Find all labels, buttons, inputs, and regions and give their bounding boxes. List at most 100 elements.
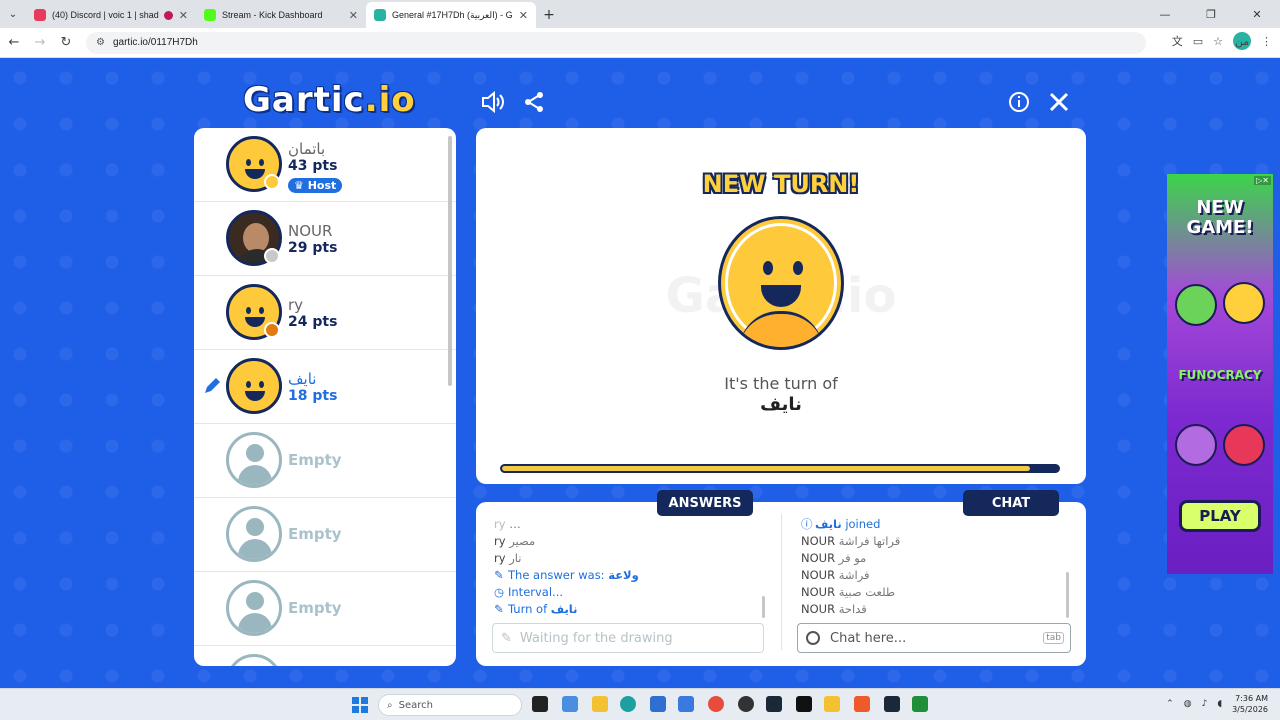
joined-line: ⓘ نايف joined xyxy=(801,517,881,531)
answers-scrollbar[interactable] xyxy=(762,596,765,618)
empty-avatar-icon xyxy=(226,432,282,488)
pencil-icon: ✎ xyxy=(494,568,504,582)
chrome-icon[interactable] xyxy=(708,696,724,712)
browser-tab-kick[interactable]: Stream - Kick Dashboard ✕ xyxy=(196,2,366,28)
url-field[interactable]: ⚙ gartic.io/0117H7Dh xyxy=(86,31,1146,54)
empty-slot-partial xyxy=(194,646,456,666)
players-scrollbar[interactable] xyxy=(448,136,452,386)
app-icon[interactable] xyxy=(824,696,840,712)
taskbar-search[interactable]: ⌕ Search xyxy=(378,694,522,716)
network-icon[interactable]: ◍ xyxy=(1184,699,1192,709)
minimize-icon[interactable]: — xyxy=(1142,0,1188,28)
tab-title: (40) Discord | voic 1 | shad xyxy=(52,10,159,20)
empty-avatar-icon xyxy=(226,654,282,666)
store-icon[interactable] xyxy=(650,696,666,712)
player-name: NOUR xyxy=(288,222,333,240)
players-list: باتمان 43 pts ♛ Host NOUR 29 pts ry 24 p… xyxy=(194,128,456,666)
back-icon[interactable]: ← xyxy=(2,31,26,55)
file-explorer-icon[interactable] xyxy=(592,696,608,712)
player-name: باتمان xyxy=(288,140,326,158)
player-points: 18 pts xyxy=(288,388,338,404)
status-dot xyxy=(264,174,280,190)
steam-icon[interactable] xyxy=(766,696,782,712)
chat-line: NOUR قراتها فراشة xyxy=(801,534,901,548)
player-name: نايف xyxy=(288,370,317,388)
tab-title: Stream - Kick Dashboard xyxy=(222,10,323,20)
share-icon[interactable] xyxy=(520,88,548,116)
browser-tab-bar: ⌄ (40) Discord | voic 1 | shad ✕ Stream … xyxy=(0,0,1280,28)
ad-title: NEW GAME! xyxy=(1186,197,1254,238)
close-window-icon[interactable]: ✕ xyxy=(1234,0,1280,28)
reload-icon[interactable]: ↻ xyxy=(54,31,78,55)
host-badge: ♛ Host xyxy=(288,178,343,193)
forward-icon[interactable]: → xyxy=(28,31,52,55)
clock[interactable]: 7:36 AM 3/5/2026 xyxy=(1232,693,1268,715)
ad-close-icon[interactable]: ▷✕ xyxy=(1254,176,1271,185)
ad-play-button[interactable]: PLAY xyxy=(1179,500,1261,532)
thumbs-up-icon xyxy=(1175,284,1217,326)
profile-avatar[interactable]: من xyxy=(1233,32,1251,50)
advertisement[interactable]: ▷✕ NEW GAME! FUNOCRACY PLAY xyxy=(1167,174,1273,574)
answers-chat-panel: ANSWERS CHAT ry … ry مصير ry نار ✎ The an… xyxy=(476,490,1086,666)
cast-icon[interactable]: ▭ xyxy=(1193,35,1203,48)
empty-slot: Empty xyxy=(194,498,456,572)
url-text: gartic.io/0117H7Dh xyxy=(112,37,198,48)
status-dot xyxy=(264,322,280,338)
system-tray: ⌃ ◍ ♪ ◖ 7:36 AM 3/5/2026 xyxy=(1166,693,1268,715)
sound-icon[interactable] xyxy=(479,88,507,116)
obs-icon[interactable] xyxy=(738,696,754,712)
tab-title: General #17H7Dh (العربية) - Ga xyxy=(392,9,513,20)
info-icon[interactable] xyxy=(1005,88,1033,116)
volume-icon[interactable]: ◖ xyxy=(1217,699,1222,709)
new-tab-button[interactable]: + xyxy=(536,2,562,28)
chat-line: NOUR قداحة xyxy=(801,602,867,616)
drawer-avatar xyxy=(718,216,844,350)
brave-icon[interactable] xyxy=(854,696,870,712)
turn-label: It's the turn of xyxy=(724,374,838,393)
close-tab-icon[interactable]: ✕ xyxy=(179,9,188,22)
chat-scrollbar[interactable] xyxy=(1066,572,1069,618)
close-tab-icon[interactable]: ✕ xyxy=(519,9,528,22)
widgets-icon[interactable] xyxy=(562,696,578,712)
empty-avatar-icon xyxy=(226,580,282,636)
interval-line: ◷ Interval... xyxy=(494,585,564,599)
edge-icon[interactable] xyxy=(620,696,636,712)
translate-icon[interactable]: 文 xyxy=(1172,33,1183,49)
player-row[interactable]: ry 24 pts xyxy=(194,276,456,350)
bookmark-star-icon[interactable]: ☆ xyxy=(1213,35,1223,48)
mail-icon[interactable] xyxy=(678,696,694,712)
close-game-icon[interactable] xyxy=(1045,88,1073,116)
task-view-icon[interactable] xyxy=(532,696,548,712)
site-info-icon[interactable]: ⚙ xyxy=(96,37,105,48)
mic-icon[interactable]: ♪ xyxy=(1202,699,1208,709)
player-row[interactable]: NOUR 29 pts xyxy=(194,202,456,276)
browser-menu-icon[interactable]: ⋮ xyxy=(1261,35,1272,48)
turn-line: ✎ Turn of نايف xyxy=(494,602,578,616)
tray-overflow-icon[interactable]: ⌃ xyxy=(1166,699,1174,709)
info-icon: ⓘ xyxy=(801,517,813,531)
empty-slot: Empty xyxy=(194,572,456,646)
player-row[interactable]: باتمان 43 pts ♛ Host xyxy=(194,128,456,202)
xbox-icon[interactable] xyxy=(912,696,928,712)
tab-search-menu[interactable]: ⌄ xyxy=(0,0,26,28)
player-row-drawing[interactable]: نايف 18 pts xyxy=(194,350,456,424)
chat-line: NOUR طلعت صبية xyxy=(801,585,896,599)
search-icon: ⌕ xyxy=(387,699,393,711)
pencil-icon xyxy=(202,376,222,396)
windows-start-icon[interactable] xyxy=(352,697,368,713)
maximize-icon[interactable]: ❐ xyxy=(1188,0,1234,28)
close-tab-icon[interactable]: ✕ xyxy=(349,9,358,22)
turn-timer-fill xyxy=(502,466,1031,471)
epic-games-icon[interactable] xyxy=(796,696,812,712)
character-icon xyxy=(1223,282,1265,324)
panel-divider xyxy=(781,514,782,650)
browser-tab-gartic[interactable]: General #17H7Dh (العربية) - Ga ✕ xyxy=(366,2,536,28)
angry-face-icon xyxy=(1223,424,1265,466)
chat-input[interactable]: Chat here... tab xyxy=(797,623,1071,653)
answer-placeholder: Waiting for the drawing xyxy=(519,630,673,646)
chat-placeholder: Chat here... xyxy=(830,630,907,646)
steam-icon-2[interactable] xyxy=(884,696,900,712)
player-points: 29 pts xyxy=(288,240,338,256)
answer-input[interactable]: ✎ Waiting for the drawing xyxy=(492,623,764,653)
browser-tab-discord[interactable]: (40) Discord | voic 1 | shad ✕ xyxy=(26,2,196,28)
